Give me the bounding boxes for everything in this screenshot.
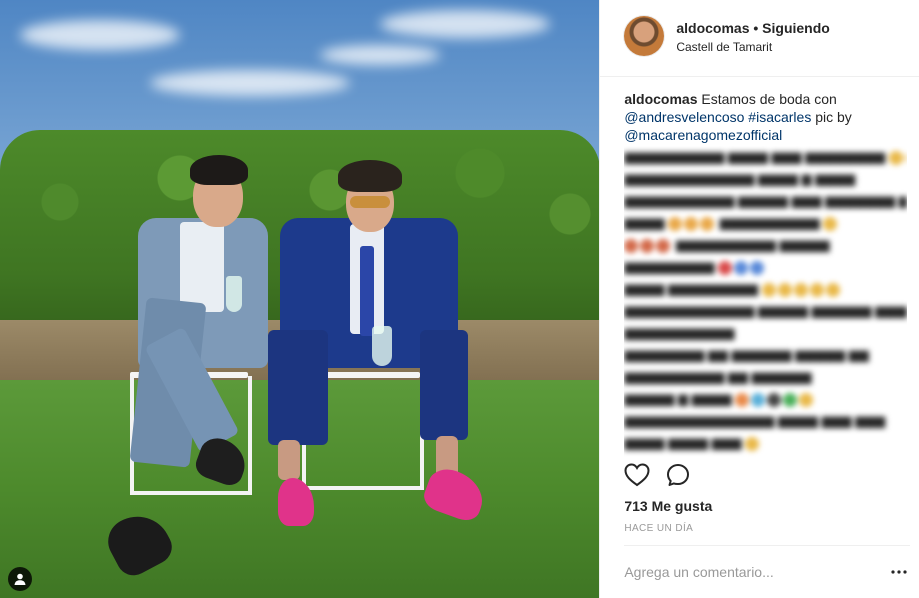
avatar[interactable]: [624, 16, 665, 56]
post-photo[interactable]: [0, 0, 600, 598]
caption: aldocomas Estamos de boda con @andresvel…: [624, 90, 899, 144]
heart-icon[interactable]: [624, 462, 650, 492]
hashtag-link[interactable]: #isacarles: [748, 109, 811, 125]
leg: [420, 330, 468, 440]
leg: [268, 330, 328, 445]
comment-input[interactable]: [624, 560, 875, 584]
like-count[interactable]: 713 Me gusta: [624, 498, 712, 514]
shirt: [180, 222, 224, 312]
username-link[interactable]: aldocomas: [676, 20, 749, 36]
blurred-comments: ▆▆▆▆▆▆▆▆▆▆ ▆▆▆▆ ▆▆▆ ▆▆▆▆▆▆▆▆ ▆▆▆▆▆▆▆▆▆▆▆…: [624, 146, 908, 458]
cloud: [150, 70, 350, 96]
mention-link[interactable]: @andresvelencoso: [624, 109, 744, 125]
cloud: [380, 10, 550, 38]
header-username-line: aldocomas • Siguiendo: [676, 20, 830, 36]
blurred-comment: ▆▆▆▆▆▆▆▆▆▆ ▆▆▆▆ ▆▆▆ ▆▆▆▆▆▆▆▆: [624, 146, 908, 168]
cloud: [320, 45, 440, 65]
post-side-panel: aldocomas • Siguiendo Castell de Tamarit…: [599, 0, 919, 598]
location-link[interactable]: Castell de Tamarit: [676, 40, 772, 54]
caption-text: Estamos de boda con: [701, 91, 837, 107]
separator-dot: •: [753, 20, 759, 36]
blurred-comment: ▆▆▆▆▆▆▆▆▆▆ ▆▆▆▆▆: [624, 234, 907, 256]
more-dots-icon[interactable]: [889, 560, 909, 584]
ankle: [278, 440, 300, 480]
blurred-comment: ▆▆▆▆▆▆▆▆▆▆▆▆▆ ▆▆▆▆ ▆ ▆▆▆▆: [624, 171, 856, 186]
blurred-comment: ▆▆▆▆▆▆▆▆▆▆▆▆▆ ▆▆▆▆▆ ▆▆▆▆▆▆ ▆▆▆▆▆ ▆▆▆▆: [624, 303, 907, 318]
divider: [624, 545, 911, 546]
following-button[interactable]: Siguiendo: [762, 20, 830, 36]
mention-link[interactable]: @macarenagomezofficial: [624, 127, 782, 143]
instagram-post: aldocomas • Siguiendo Castell de Tamarit…: [0, 0, 919, 598]
blurred-comment: ▆▆▆▆▆▆▆▆▆: [624, 256, 907, 278]
sunglasses: [350, 196, 390, 208]
blurred-comment: ▆▆▆▆▆▆▆▆▆▆ ▆▆ ▆▆▆▆▆▆: [624, 369, 812, 384]
blurred-comment: ▆▆▆▆▆▆▆▆▆▆▆▆▆▆▆ ▆▆▆▆ ▆▆▆ ▆▆▆: [624, 413, 886, 428]
blurred-comment: ▆▆▆▆▆ ▆ ▆▆▆▆: [624, 388, 907, 410]
drink-glass: [372, 326, 392, 366]
caption-username[interactable]: aldocomas: [624, 91, 697, 107]
blurred-comment: ▆▆▆▆ ▆▆▆▆▆▆▆▆▆▆: [624, 212, 907, 234]
blurred-comment: ▆▆▆▆ ▆▆▆▆ ▆▆▆: [624, 432, 907, 454]
caption-text: pic by: [815, 109, 852, 125]
blurred-comment: ▆▆▆▆ ▆▆▆▆▆▆▆▆▆: [624, 278, 907, 300]
post-header: aldocomas • Siguiendo Castell de Tamarit: [600, 0, 919, 77]
post-timestamp[interactable]: HACE UN DÍA: [624, 523, 693, 534]
tie: [360, 246, 374, 336]
drink-glass: [226, 276, 242, 312]
hair: [338, 160, 402, 192]
blurred-comment: ▆▆▆▆▆▆▆▆ ▆▆ ▆▆▆▆▆▆ ▆▆▆▆▆ ▆▆: [624, 347, 869, 362]
blurred-comment: ▆▆▆▆▆▆▆▆▆▆▆: [624, 325, 735, 340]
blurred-comment: ▆▆▆▆▆▆▆▆▆▆▆ ▆▆▆▆▆ ▆▆▆ ▆▆▆▆▆▆▆ ▆▆▆: [624, 193, 908, 208]
person-tag-icon[interactable]: [8, 567, 32, 591]
post-actions: [624, 462, 690, 492]
hair: [190, 155, 248, 185]
cloud: [20, 20, 180, 50]
comment-bubble-icon[interactable]: [666, 463, 690, 492]
